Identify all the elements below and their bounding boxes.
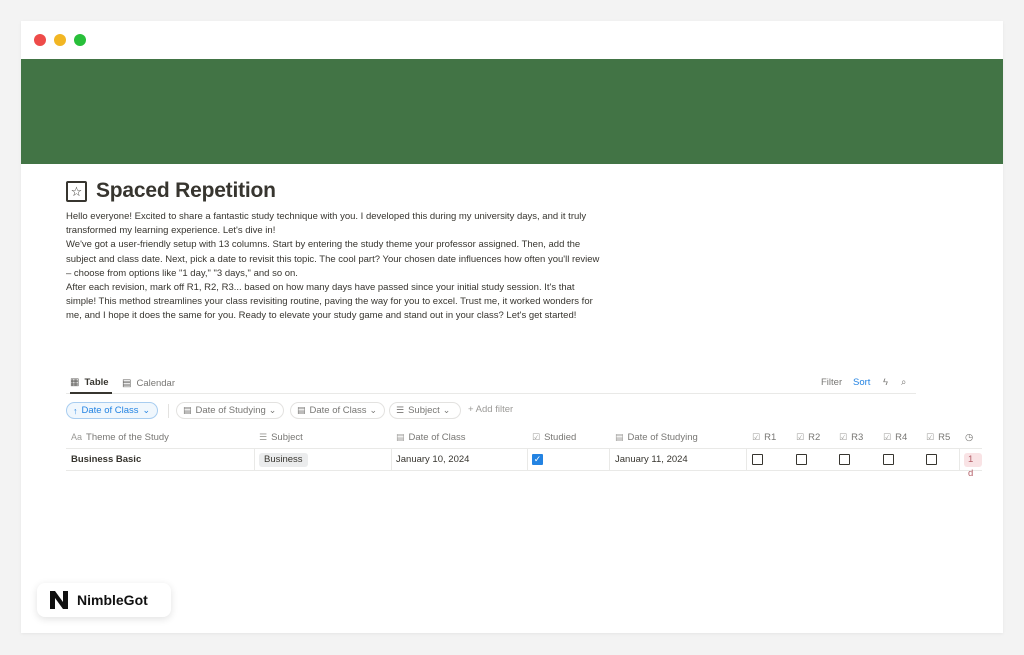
description-paragraph-1: Hello everyone! Excited to share a fanta… [66,211,587,237]
filter-divider [168,404,169,418]
column-header-label: R4 [895,432,908,443]
calendar-icon: ▤ [297,405,306,415]
r1-checkbox[interactable] [752,454,763,465]
checkbox-icon: ☑ [532,432,541,442]
chevron-down-icon: ⌄ [369,405,378,415]
chevron-down-icon: ⌄ [442,405,451,415]
column-header-formula-icon[interactable]: ◷ [965,432,973,443]
table-icon: ▦ [70,377,80,388]
calendar-icon: ▤ [183,405,192,415]
cell-divider [746,449,747,471]
automation-bolt-icon[interactable]: ϟ [883,377,888,388]
cell-divider [391,449,392,471]
nimblegot-logo-icon [50,591,68,609]
filter-chip-label: Date of Studying [195,405,266,416]
r2-checkbox[interactable] [796,454,807,465]
checkbox-icon: ☑ [796,432,805,442]
list-icon: ☰ [396,405,405,415]
tab-calendar[interactable]: ▤ Calendar [122,373,175,394]
tab-table[interactable]: ▦ Table [70,373,112,394]
table-header-row: Aa Theme of the Study ☰ Subject ▤ Date of C… [66,427,982,449]
cell-divider [527,449,528,471]
column-header-label: Theme of the Study [86,432,169,443]
description-paragraph-3: After each revision, mark off R1, R2, R3… [66,282,593,322]
tab-calendar-label: Calendar [136,378,176,389]
cell-theme[interactable]: Business Basic [71,454,141,465]
checkbox-icon: ☑ [839,432,848,442]
column-header-theme[interactable]: Aa Theme of the Study [71,432,169,443]
cell-divider [609,449,610,471]
column-header-label: R1 [764,432,777,443]
filter-chip-subject[interactable]: ☰ Subject ⌄ [389,402,461,419]
column-header-r5[interactable]: ☑ R5 [926,432,950,443]
table-row[interactable]: Business Basic Business January 10, 2024… [66,449,982,479]
column-header-label: Date of Studying [627,432,698,443]
plus-icon: + [468,404,476,415]
calendar-icon: ▤ [396,432,405,442]
column-header-subject[interactable]: ☰ Subject [259,432,303,443]
list-icon: ☰ [259,432,268,442]
text-property-icon: Aa [71,432,83,442]
page-description[interactable]: Hello everyone! Excited to share a fanta… [66,210,606,324]
nimblegot-brand-badge: NimbleGot [37,583,171,617]
column-header-label: R3 [851,432,864,443]
calendar-icon: ▤ [122,378,132,389]
column-header-label: Date of Class [408,432,466,443]
filter-chip-label: Date of Class [309,405,367,416]
sort-chip-date-of-class[interactable]: ↑ Date of Class ⌄ [66,402,158,419]
maximize-window-button[interactable] [74,34,86,46]
page-cover-image[interactable] [21,59,1003,164]
column-header-label: R5 [938,432,951,443]
filter-chip-date-of-studying[interactable]: ▤ Date of Studying ⌄ [176,402,284,419]
search-icon[interactable]: ⌕ [901,377,906,388]
chevron-down-icon: ⌄ [142,405,151,415]
column-header-date-of-class[interactable]: ▤ Date of Class [396,432,466,443]
calendar-icon: ▤ [615,432,624,442]
brand-name: NimbleGot [77,592,148,608]
filter-button[interactable]: Filter [821,377,842,388]
checkbox-icon: ☑ [926,432,935,442]
column-header-label: Subject [271,432,303,443]
r3-checkbox[interactable] [839,454,850,465]
column-header-r4[interactable]: ☑ R4 [883,432,907,443]
add-filter-button[interactable]: + Add filter [468,404,513,415]
star-icon[interactable]: ☆ [66,180,87,202]
column-header-studied[interactable]: ☑ Studied [532,432,576,443]
chevron-down-icon: ⌄ [268,405,277,415]
window-titlebar [21,21,1003,59]
column-header-label: Studied [544,432,577,443]
page-content: ☆ Spaced Repetition Hello everyone! Exci… [66,178,982,479]
review-interval-tag[interactable]: 1 d [964,453,982,479]
r4-checkbox[interactable] [883,454,894,465]
database-view-bar: ▦ Table ▤ Calendar Filter Sort ϟ ⌕ [66,373,916,394]
checkbox-icon: ☑ [752,432,761,442]
cell-divider [254,449,255,471]
app-window [21,21,1003,633]
subject-tag[interactable]: Business [259,453,308,467]
column-header-r2[interactable]: ☑ R2 [796,432,820,443]
column-header-r1[interactable]: ☑ R1 [752,432,776,443]
filter-chip-label: Subject [408,405,440,416]
close-window-button[interactable] [34,34,46,46]
column-header-date-of-studying[interactable]: ▤ Date of Studying [615,432,698,443]
checkbox-icon: ☑ [883,432,892,442]
cell-date-of-studying[interactable]: January 11, 2024 [615,454,688,465]
column-header-label: R2 [808,432,821,443]
filter-chip-date-of-class[interactable]: ▤ Date of Class ⌄ [290,402,385,419]
filter-bar: ↑ Date of Class ⌄ ▤ Date of Studying ⌄ ▤… [66,402,916,420]
column-header-r3[interactable]: ☑ R3 [839,432,863,443]
tab-table-label: Table [84,377,109,388]
description-paragraph-2: We've got a user-friendly setup with 13 … [66,239,600,279]
minimize-window-button[interactable] [54,34,66,46]
studied-checkbox[interactable]: ✓ [532,454,543,465]
cell-date-of-class[interactable]: January 10, 2024 [396,454,469,465]
arrow-up-icon: ↑ [73,405,78,416]
database-table: Aa Theme of the Study ☰ Subject ▤ Date of C… [66,427,982,479]
r5-checkbox[interactable] [926,454,937,465]
sort-chip-label: Date of Class [81,405,139,416]
cell-divider [959,449,960,471]
page-title[interactable]: Spaced Repetition [96,179,276,203]
add-filter-label: Add filter [475,404,514,415]
sort-button[interactable]: Sort [853,377,870,388]
